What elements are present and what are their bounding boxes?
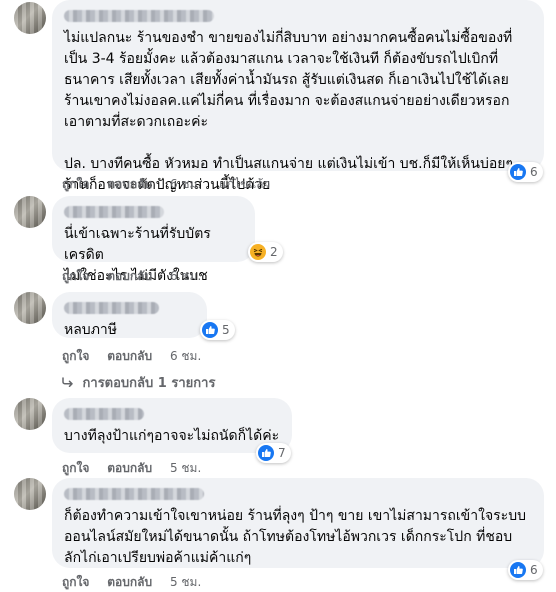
comment-bubble: บางทีลุงป้าแก่ๆอาจจะไม่ถนัดก็ได้ค่ะ xyxy=(52,398,292,453)
author-name-blurred[interactable] xyxy=(64,10,214,22)
like-button[interactable]: ถูกใจ xyxy=(62,177,89,191)
reaction-count: 6 xyxy=(530,165,538,179)
author-name-blurred[interactable] xyxy=(64,206,164,218)
reaction-count: 6 xyxy=(530,563,538,577)
avatar[interactable] xyxy=(14,196,46,228)
like-button[interactable]: ถูกใจ xyxy=(62,461,89,475)
reply-arrow-icon xyxy=(62,376,78,391)
avatar[interactable] xyxy=(14,478,46,510)
reply-button[interactable]: ตอบกลับ xyxy=(107,269,152,283)
comment-actions: ถูกใจ ตอบกลับ 6 ชม. xyxy=(62,267,215,286)
timestamp[interactable]: 6 ชม. xyxy=(170,269,201,283)
comment-text: ก็ต้องทำความเข้าใจเขาหน่อย ร้านที่ลุงๆ ป… xyxy=(64,508,526,566)
reaction-count: 2 xyxy=(270,245,278,259)
reply-button[interactable]: ตอบกลับ xyxy=(107,575,152,589)
reply-button[interactable]: ตอบกลับ xyxy=(107,349,152,363)
comment-actions: ถูกใจ ตอบกลับ 5 ชม. xyxy=(62,573,215,592)
avatar[interactable] xyxy=(14,2,46,34)
reaction-count: 7 xyxy=(278,446,286,460)
timestamp[interactable]: 6 ชม. xyxy=(170,349,201,363)
comment-actions: ถูกใจ ตอบกลับ 6 ชม. แก้ไขแล้ว xyxy=(62,175,284,194)
comment-bubble: ก็ต้องทำความเข้าใจเขาหน่อย ร้านที่ลุงๆ ป… xyxy=(52,478,544,568)
comment-actions: ถูกใจ ตอบกลับ 6 ชม. xyxy=(62,347,215,366)
reaction-count: 5 xyxy=(222,323,230,337)
timestamp[interactable]: 6 ชม. xyxy=(170,177,201,191)
comment-text: หลบภาษี xyxy=(64,322,118,338)
replies-label[interactable]: การตอบกลับ 1 รายการ xyxy=(83,376,216,391)
author-name-blurred[interactable] xyxy=(64,302,159,314)
thumbs-up-icon xyxy=(510,164,526,180)
timestamp[interactable]: 5 ชม. xyxy=(170,461,201,475)
like-button[interactable]: ถูกใจ xyxy=(62,269,89,283)
reply-button[interactable]: ตอบกลับ xyxy=(107,177,152,191)
like-button[interactable]: ถูกใจ xyxy=(62,349,89,363)
reaction-summary[interactable]: 5 xyxy=(200,320,235,340)
author-name-blurred[interactable] xyxy=(64,408,144,420)
thumbs-up-icon xyxy=(510,562,526,578)
view-replies-link[interactable]: การตอบกลับ 1 รายการ xyxy=(62,372,215,393)
reply-button[interactable]: ตอบกลับ xyxy=(107,461,152,475)
avatar[interactable] xyxy=(14,398,46,430)
comment-actions: ถูกใจ ตอบกลับ 5 ชม. xyxy=(62,459,215,478)
avatar[interactable] xyxy=(14,292,46,324)
reaction-summary[interactable]: 6 xyxy=(508,162,543,182)
thumbs-up-icon xyxy=(258,445,274,461)
comment-bubble: นี่เข้าเฉพาะร้านที่รับบัตรเครดิต ไม่ใช่อ… xyxy=(52,196,255,284)
like-button[interactable]: ถูกใจ xyxy=(62,575,89,589)
edited-label: แก้ไขแล้ว xyxy=(219,177,271,191)
reaction-summary[interactable]: 7 xyxy=(256,443,291,463)
comment-bubble: หลบภาษี xyxy=(52,292,207,338)
timestamp[interactable]: 5 ชม. xyxy=(170,575,201,589)
author-name-blurred[interactable] xyxy=(64,488,204,500)
comment-text: ไม่แปลกนะ ร้านของชำ ขายของไม่กี่สิบบาท อ… xyxy=(64,30,513,193)
reaction-summary[interactable]: 6 xyxy=(508,560,543,580)
comment-bubble: ไม่แปลกนะ ร้านของชำ ขายของไม่กี่สิบบาท อ… xyxy=(52,0,544,193)
reaction-summary[interactable]: 2 xyxy=(248,242,283,262)
thumbs-up-icon xyxy=(202,322,218,338)
haha-emoji-icon xyxy=(250,244,266,260)
comment-text: บางทีลุงป้าแก่ๆอาจจะไม่ถนัดก็ได้ค่ะ xyxy=(64,428,280,444)
